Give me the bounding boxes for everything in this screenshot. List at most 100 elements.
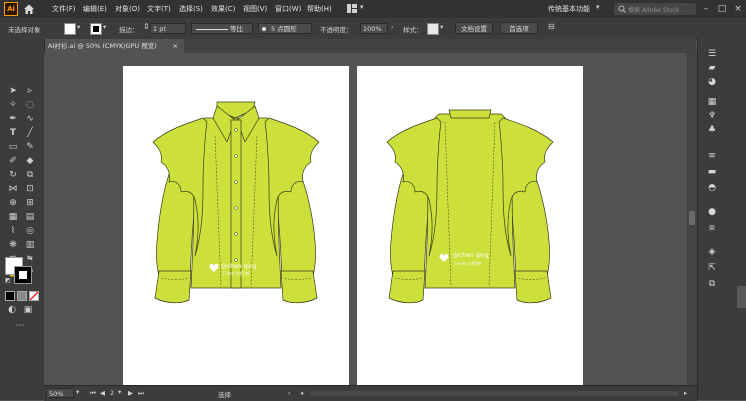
- artboard-front[interactable]: @chen qing From 小红书: [123, 66, 349, 385]
- style-chevron-icon[interactable]: ▾: [440, 23, 443, 31]
- last-artboard-icon[interactable]: ⏭: [138, 389, 144, 398]
- style-swatch[interactable]: [427, 23, 439, 35]
- layers-panel-icon[interactable]: ◈: [705, 246, 719, 258]
- symbol-sprayer-icon[interactable]: ❋: [7, 240, 19, 251]
- fill-swatch[interactable]: [64, 23, 76, 35]
- edit-toolbar-icon[interactable]: ⋯: [14, 321, 26, 332]
- column-graph-icon[interactable]: ▥: [24, 240, 36, 251]
- transparency-panel-icon[interactable]: ◓: [705, 182, 719, 194]
- rotate-tool-icon[interactable]: ↻: [7, 170, 19, 181]
- minimize-icon[interactable]: –: [700, 3, 712, 15]
- none-mode-icon[interactable]: [29, 291, 39, 301]
- menu-help[interactable]: 帮助(H): [307, 4, 332, 14]
- close-tab-icon[interactable]: ×: [173, 39, 178, 53]
- document-tab[interactable]: AI衬衫.ai @ 50% (CMYK/GPU 预览) ×: [44, 39, 184, 53]
- artboard-number[interactable]: 2: [110, 389, 114, 397]
- stroke-chevron-icon[interactable]: ▾: [103, 23, 106, 31]
- stroke-width-field[interactable]: 1 pt: [150, 23, 186, 34]
- screen-mode-icon[interactable]: ▣: [22, 305, 34, 316]
- line-tool-icon[interactable]: ╱: [24, 128, 36, 139]
- eraser-icon[interactable]: ◆: [24, 156, 36, 167]
- default-colors-icon[interactable]: ◩: [5, 277, 11, 284]
- menu-type[interactable]: 文字(T): [147, 4, 171, 14]
- menu-select[interactable]: 选择(S): [179, 4, 203, 14]
- menu-effect[interactable]: 效果(C): [211, 4, 235, 14]
- stroke-profile-select[interactable]: 等比: [191, 23, 253, 34]
- magic-wand-icon[interactable]: ✧: [7, 100, 19, 111]
- selection-tool-icon[interactable]: ➤: [7, 86, 19, 97]
- shape-builder-icon[interactable]: ⊕: [7, 198, 19, 209]
- fill-chevron-icon[interactable]: ▾: [77, 23, 80, 31]
- hscroll-left-icon[interactable]: ◂: [300, 389, 303, 397]
- zoom-level-field[interactable]: 50%: [46, 388, 74, 398]
- free-transform-icon[interactable]: ⊡: [24, 184, 36, 195]
- symbols-panel-icon[interactable]: ♣: [705, 124, 719, 136]
- brush-select[interactable]: 5 点圆形: [258, 23, 312, 34]
- lasso-icon[interactable]: ◌: [24, 100, 36, 111]
- shaper-tool-icon[interactable]: ✐: [7, 156, 19, 167]
- swatches-panel-icon[interactable]: ▦: [705, 96, 719, 108]
- panel-collapse-handle[interactable]: [737, 286, 746, 308]
- hscroll-right-icon[interactable]: ▸: [684, 389, 687, 397]
- swap-colors-icon[interactable]: ⇆: [27, 254, 33, 262]
- menu-file[interactable]: 文件(F): [52, 4, 76, 14]
- scale-tool-icon[interactable]: ⧉: [24, 170, 36, 181]
- asset-export-panel-icon[interactable]: ⇱: [705, 262, 719, 274]
- prev-artboard-icon[interactable]: ◀: [100, 389, 105, 397]
- opacity-field[interactable]: 100%: [360, 23, 388, 34]
- perspective-grid-icon[interactable]: ⊞: [24, 198, 36, 209]
- align-icon[interactable]: ⊟: [548, 22, 555, 31]
- status-arrow-icon[interactable]: ›: [288, 389, 291, 397]
- graphic-styles-panel-icon[interactable]: ⧈: [705, 222, 719, 234]
- close-icon[interactable]: ×: [732, 3, 744, 15]
- artboard-back[interactable]: @chen qing From 小红书: [357, 66, 583, 385]
- gradient-panel-icon[interactable]: ▬: [705, 166, 719, 178]
- workspace-switcher[interactable]: 传统基本功能: [548, 4, 590, 14]
- paintbrush-icon[interactable]: ✎: [24, 142, 36, 153]
- menu-object[interactable]: 对象(O): [115, 4, 140, 14]
- stock-search-input[interactable]: 搜索 Adobe Stock: [614, 3, 696, 15]
- chevron-down-icon[interactable]: ▾: [360, 3, 364, 11]
- type-tool-icon[interactable]: T: [7, 128, 19, 139]
- next-artboard-icon[interactable]: ▶: [128, 389, 133, 397]
- brushes-panel-icon[interactable]: ♆: [705, 110, 719, 122]
- menu-view[interactable]: 视图(V): [243, 4, 267, 14]
- rectangle-tool-icon[interactable]: ▭: [7, 142, 19, 153]
- pen-tool-icon[interactable]: ✒: [7, 114, 19, 125]
- stroke-panel-icon[interactable]: ≡: [705, 150, 719, 162]
- horizontal-scrollbar[interactable]: [310, 391, 678, 396]
- opacity-chevron-icon[interactable]: ›: [391, 23, 394, 31]
- maximize-icon[interactable]: □: [716, 3, 728, 15]
- mesh-tool-icon[interactable]: ▦: [7, 212, 19, 223]
- arrange-documents-icon[interactable]: [347, 4, 357, 13]
- properties-panel-icon[interactable]: ☰: [705, 48, 719, 60]
- zoom-chevron-icon[interactable]: ▾: [76, 388, 79, 396]
- workspace-chevron-icon[interactable]: ▾: [596, 3, 600, 11]
- document-setup-button[interactable]: 文档设置: [455, 22, 493, 34]
- gradient-tool-icon[interactable]: ▤: [24, 212, 36, 223]
- color-panel-icon[interactable]: ◕: [705, 76, 719, 88]
- blend-tool-icon[interactable]: ◎: [24, 226, 36, 237]
- menu-window[interactable]: 窗口(W): [275, 4, 301, 14]
- home-icon[interactable]: [22, 2, 36, 16]
- stroke-stepper-icon[interactable]: ⇕: [143, 22, 150, 31]
- color-mode-icon[interactable]: [5, 291, 15, 301]
- menu-edit[interactable]: 编辑(E): [83, 4, 107, 14]
- preferences-button[interactable]: 首选项: [500, 22, 538, 34]
- stroke-swatch[interactable]: [90, 23, 102, 35]
- artboards-panel-icon[interactable]: ⧉: [705, 278, 719, 290]
- gradient-mode-icon[interactable]: [17, 291, 27, 301]
- eyedropper-icon[interactable]: ⌇: [7, 226, 19, 237]
- appearance-panel-icon[interactable]: ●: [705, 206, 719, 218]
- curvature-tool-icon[interactable]: ∿: [24, 114, 36, 125]
- scroll-thumb[interactable]: [689, 211, 695, 225]
- artboard-chevron-icon[interactable]: ▾: [118, 388, 121, 396]
- libraries-panel-icon[interactable]: ▰: [705, 62, 719, 74]
- stroke-color-box[interactable]: [14, 266, 32, 284]
- draw-mode-icon[interactable]: ◐: [6, 305, 18, 316]
- direct-selection-tool-icon[interactable]: ▹: [24, 86, 36, 97]
- canvas[interactable]: @chen qing From 小红书 @chen qing From 小红书: [44, 53, 687, 385]
- width-tool-icon[interactable]: ⋈: [7, 184, 19, 195]
- first-artboard-icon[interactable]: ⏮: [90, 389, 96, 398]
- vertical-scrollbar[interactable]: [687, 53, 697, 385]
